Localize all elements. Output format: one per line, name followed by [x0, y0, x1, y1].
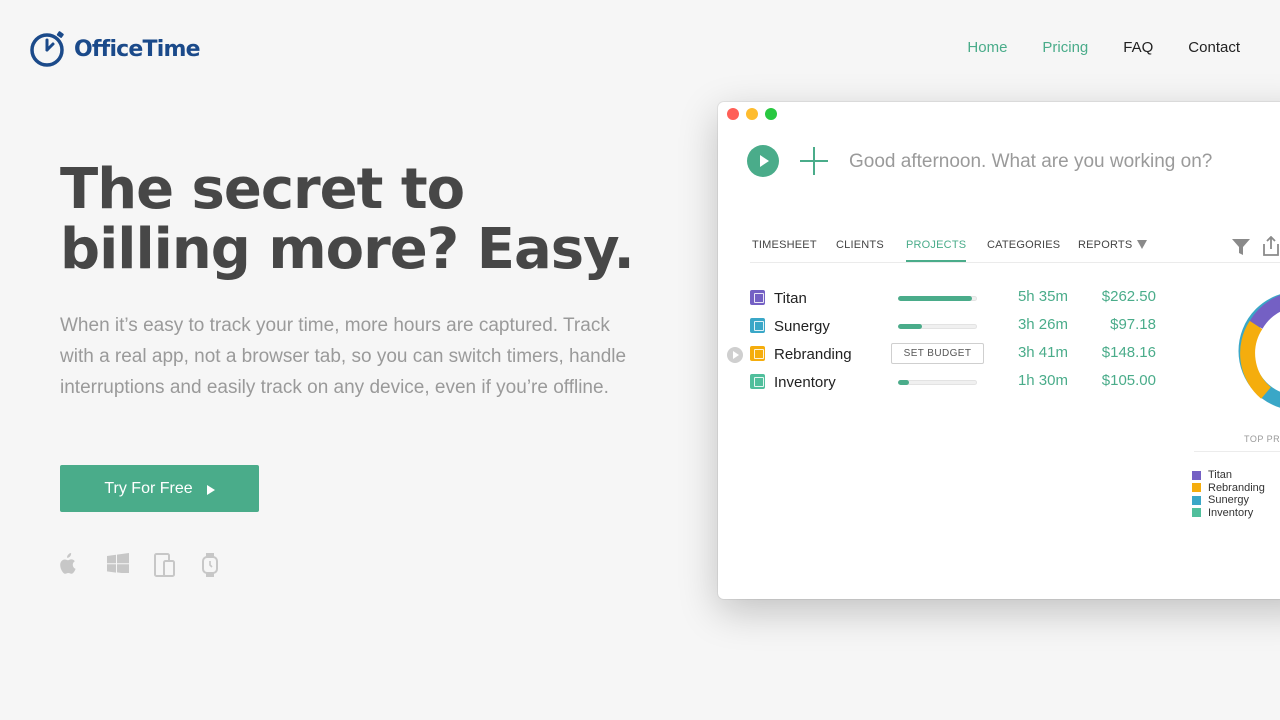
- chart-legend: Titan Rebranding Sunergy Inventory: [1192, 469, 1265, 519]
- start-timer-button[interactable]: [747, 145, 779, 177]
- close-window-icon[interactable]: [727, 108, 739, 120]
- project-time: 1h 30m: [1017, 372, 1068, 389]
- nav-contact[interactable]: Contact: [1188, 38, 1240, 58]
- tab-projects[interactable]: PROJECTS: [906, 238, 967, 262]
- hero-subtext: When it’s easy to track your time, more …: [60, 315, 627, 398]
- top-projects-donut-chart: [1238, 294, 1280, 408]
- project-book-icon: [750, 318, 765, 333]
- project-name: Sunergy: [774, 318, 830, 335]
- project-amount: $148.16: [1101, 344, 1156, 361]
- legend-item: Sunergy: [1192, 494, 1265, 507]
- legend-item: Inventory: [1192, 507, 1265, 520]
- try-for-free-button[interactable]: Try For Free: [60, 465, 259, 512]
- project-row-rebranding[interactable]: Rebranding SET BUDGET 3h 41m $148.16: [750, 343, 1160, 366]
- mobile-devices-icon: [154, 553, 181, 577]
- project-amount: $262.50: [1101, 288, 1156, 305]
- dropdown-arrow-icon: [1137, 240, 1148, 249]
- project-time: 5h 35m: [1017, 288, 1068, 305]
- project-row-inventory[interactable]: Inventory 1h 30m $105.00: [750, 372, 1160, 394]
- legend-item: Rebranding: [1192, 482, 1265, 495]
- greeting-input[interactable]: Good afternoon. What are you working on?: [849, 151, 1212, 173]
- donut-segment-rebranding: [1240, 320, 1272, 399]
- project-name: Inventory: [774, 374, 836, 391]
- budget-progress-bar: [898, 296, 977, 301]
- watch-icon: [201, 553, 228, 577]
- nav-faq[interactable]: FAQ: [1123, 38, 1153, 58]
- project-book-icon: [750, 346, 765, 361]
- budget-progress-fill: [898, 380, 910, 385]
- add-entry-button[interactable]: [800, 147, 828, 175]
- project-amount: $97.18: [1110, 316, 1156, 333]
- app-tabs: TIMESHEET CLIENTS PROJECTS CATEGORIES RE…: [750, 238, 1280, 263]
- stopwatch-icon: [30, 30, 68, 68]
- play-arrow-icon: [206, 485, 215, 495]
- zoom-window-icon[interactable]: [765, 108, 777, 120]
- project-book-icon: [750, 290, 765, 305]
- project-name: Rebranding: [774, 346, 852, 363]
- tab-categories[interactable]: CATEGORIES: [987, 238, 1060, 262]
- tab-clients[interactable]: CLIENTS: [836, 238, 884, 262]
- legend-swatch: [1192, 495, 1201, 505]
- legend-swatch: [1192, 483, 1201, 493]
- platform-icons: [60, 553, 228, 577]
- donut-segment-titan: [1249, 295, 1280, 330]
- windows-icon: [107, 553, 134, 577]
- cta-label: Try For Free: [104, 479, 193, 497]
- main-nav: Home Pricing FAQ Contact: [932, 38, 1240, 58]
- project-name: Titan: [774, 290, 807, 307]
- project-row-titan[interactable]: Titan 5h 35m $262.50: [750, 288, 1160, 310]
- legend-item: Titan: [1192, 469, 1265, 482]
- nav-home[interactable]: Home: [967, 38, 1007, 58]
- budget-progress-fill: [898, 324, 922, 329]
- brand-logo[interactable]: OfficeTime: [30, 30, 201, 68]
- project-book-icon: [750, 374, 765, 389]
- project-time: 3h 26m: [1017, 316, 1068, 333]
- legend-label: Titan: [1208, 469, 1233, 482]
- legend-swatch: [1192, 508, 1201, 518]
- project-amount: $105.00: [1101, 372, 1156, 389]
- filter-icon[interactable]: [1232, 238, 1250, 256]
- tab-reports-label: REPORTS: [1078, 239, 1133, 251]
- hero-headline: The secret to billing more? Easy.: [60, 160, 680, 280]
- nav-pricing[interactable]: Pricing: [1042, 38, 1088, 58]
- legend-label: Rebranding: [1208, 481, 1265, 494]
- share-icon[interactable]: [1262, 235, 1280, 256]
- brand-name: OfficeTime: [74, 36, 201, 62]
- chart-divider: [1194, 451, 1280, 452]
- legend-swatch: [1192, 470, 1201, 480]
- apple-icon: [60, 553, 87, 577]
- window-controls: [727, 108, 777, 120]
- project-time: 3h 41m: [1017, 344, 1068, 361]
- minimize-window-icon[interactable]: [746, 108, 758, 120]
- row-play-button[interactable]: [727, 347, 743, 363]
- tab-timesheet[interactable]: TIMESHEET: [752, 238, 817, 262]
- chart-caption: TOP PRO: [1244, 434, 1280, 444]
- budget-progress-bar: [898, 324, 977, 329]
- legend-label: Sunergy: [1208, 494, 1249, 507]
- budget-progress-fill: [898, 296, 973, 301]
- legend-label: Inventory: [1208, 506, 1254, 519]
- headline-line-2: billing more? Easy.: [60, 217, 635, 282]
- budget-progress-bar: [898, 380, 977, 385]
- app-window-screenshot: Good afternoon. What are you working on?…: [718, 102, 1280, 599]
- project-row-sunergy[interactable]: Sunergy 3h 26m $97.18: [750, 316, 1160, 338]
- set-budget-button[interactable]: SET BUDGET: [891, 343, 984, 364]
- headline-line-1: The secret to: [60, 157, 465, 222]
- tab-reports[interactable]: REPORTS: [1078, 238, 1148, 262]
